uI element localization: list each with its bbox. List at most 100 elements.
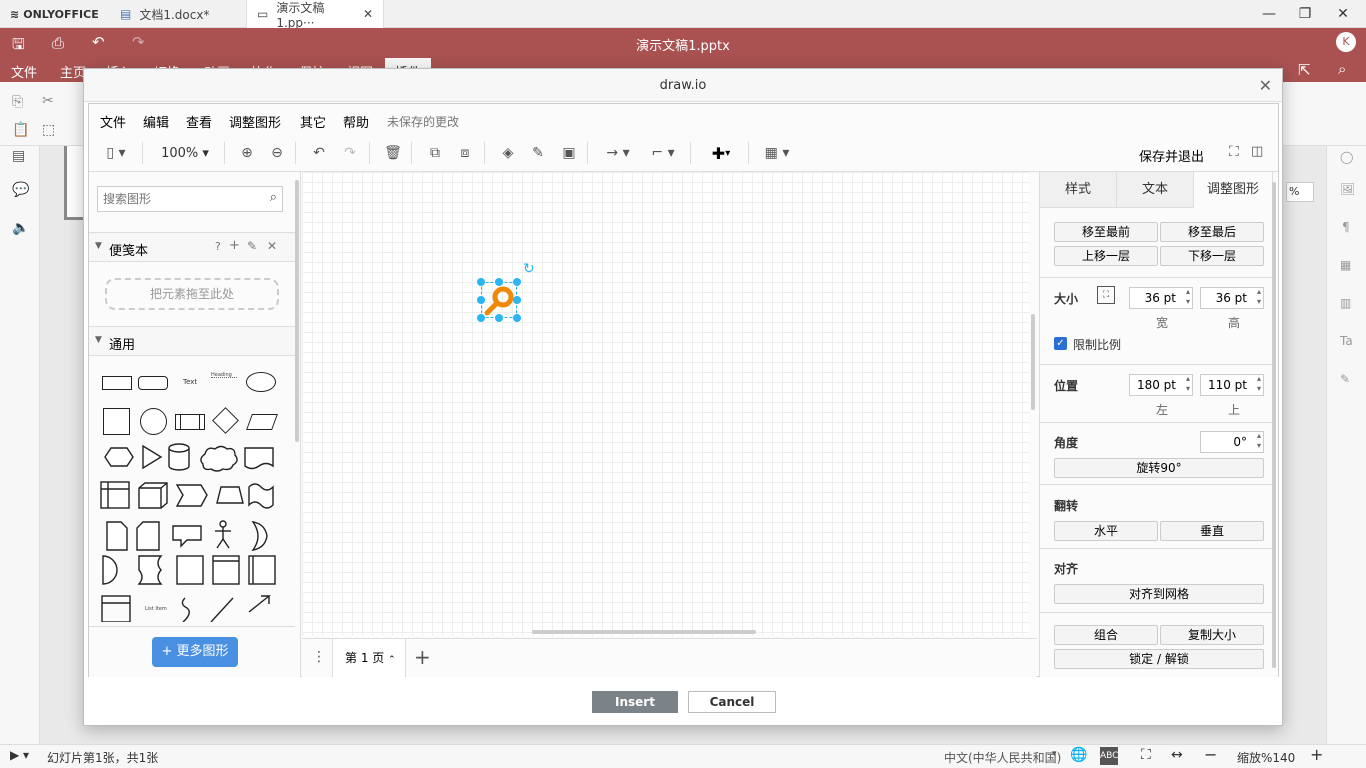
- tab-style[interactable]: 样式: [1040, 172, 1117, 208]
- unsaved-changes[interactable]: 未保存的更改: [387, 113, 459, 130]
- rotate-button[interactable]: 旋转90°: [1054, 458, 1264, 478]
- fill-color-icon[interactable]: ◈: [497, 143, 519, 163]
- shape-parallelogram[interactable]: [246, 414, 278, 430]
- scratchpad-header[interactable]: ▼ 便笺本 ? + ✎ ✕: [89, 232, 295, 262]
- paragraph-icon[interactable]: ¶: [1342, 220, 1350, 234]
- copy-icon[interactable]: ⎘: [12, 94, 23, 110]
- align-to-grid-button[interactable]: 对齐到网格: [1054, 584, 1264, 604]
- page-menu-icon[interactable]: ⋮: [312, 649, 326, 665]
- autosize-icon[interactable]: ⛶: [1097, 286, 1115, 304]
- open-location-icon[interactable]: ⇱: [1298, 61, 1311, 79]
- canvas-h-scrollbar[interactable]: [532, 630, 756, 634]
- redo-icon[interactable]: ↷: [339, 143, 361, 163]
- close-icon[interactable]: ✕: [267, 239, 277, 253]
- drawio-menu-help[interactable]: 帮助: [343, 112, 369, 131]
- drawio-menu-arrange[interactable]: 调整图形: [229, 112, 281, 131]
- rotate-handle-icon[interactable]: ↻: [523, 261, 535, 277]
- drawio-menu-file[interactable]: 文件: [100, 112, 126, 131]
- tab-document[interactable]: ▤ 文档1.docx*: [110, 0, 246, 28]
- ribbon-percent-field[interactable]: %: [1286, 182, 1314, 202]
- menu-file[interactable]: 文件: [11, 62, 37, 81]
- toggle-format-icon[interactable]: ◫: [1251, 144, 1263, 159]
- user-avatar[interactable]: K: [1336, 32, 1356, 52]
- to-front-icon[interactable]: ⧉: [424, 143, 446, 163]
- chart-settings-icon[interactable]: ▥: [1340, 296, 1351, 310]
- cancel-button[interactable]: Cancel: [688, 691, 776, 713]
- width-input[interactable]: 36 pt: [1129, 287, 1193, 309]
- insert-button[interactable]: Insert: [592, 691, 678, 713]
- more-shapes-button[interactable]: + 更多图形: [152, 637, 238, 667]
- tab-text[interactable]: 文本: [1117, 172, 1194, 208]
- general-header[interactable]: ▼ 通用: [89, 326, 295, 356]
- shape-ellipse[interactable]: [246, 372, 276, 392]
- add-icon[interactable]: +: [229, 238, 240, 253]
- shape-rectangle[interactable]: [102, 376, 132, 390]
- table-icon[interactable]: ▦ ▾: [759, 143, 795, 163]
- slides-icon[interactable]: ▤: [12, 148, 25, 164]
- shape-rounded-rectangle[interactable]: [138, 376, 168, 390]
- add-page-icon[interactable]: +: [414, 645, 431, 669]
- search-icon[interactable]: ⌕: [1338, 60, 1346, 78]
- shadow-icon[interactable]: ▣: [558, 143, 580, 163]
- scratchpad-dropzone[interactable]: 把元素拖至此处: [105, 278, 279, 310]
- select-all-icon[interactable]: ⬚: [42, 122, 55, 138]
- copy-size-button[interactable]: 复制大小: [1160, 625, 1264, 645]
- sidebar-scrollbar[interactable]: [295, 180, 299, 442]
- zoom-out-icon[interactable]: ⊖: [266, 143, 288, 163]
- shape-settings-icon[interactable]: ◯: [1340, 150, 1353, 164]
- height-input[interactable]: 36 pt: [1200, 287, 1264, 309]
- tab-arrange[interactable]: 调整图形: [1194, 172, 1273, 208]
- language-dropdown-icon[interactable]: ▾: [1052, 749, 1057, 759]
- format-panel-toggle-icon[interactable]: ▯ ▾: [99, 143, 133, 163]
- close-window-button[interactable]: ✕: [1320, 0, 1366, 28]
- paste-icon[interactable]: 📋: [12, 122, 29, 138]
- resize-handle[interactable]: [513, 314, 521, 322]
- shape-circle[interactable]: [140, 408, 167, 435]
- constrain-checkbox[interactable]: ✓: [1054, 337, 1067, 350]
- resize-handle[interactable]: [477, 278, 485, 286]
- shape-text[interactable]: Text: [183, 378, 197, 386]
- zoom-in-icon[interactable]: ⊕: [236, 143, 258, 163]
- resize-handle[interactable]: [513, 278, 521, 286]
- fit-width-icon[interactable]: ↔: [1171, 747, 1183, 763]
- comments-icon[interactable]: 💬: [12, 182, 29, 198]
- resize-handle[interactable]: [513, 296, 521, 304]
- search-shapes-input[interactable]: [103, 188, 253, 210]
- resize-handle[interactable]: [477, 296, 485, 304]
- diagram-canvas[interactable]: ↻: [302, 172, 1029, 636]
- table-settings-icon[interactable]: ▦: [1340, 258, 1351, 272]
- zoom-in-button[interactable]: +: [1310, 745, 1323, 764]
- waypoints-icon[interactable]: ⌐ ▾: [645, 143, 681, 163]
- speaker-icon[interactable]: 🔈: [12, 220, 29, 236]
- undo-icon[interactable]: ↶: [308, 143, 330, 163]
- lock-unlock-button[interactable]: 锁定 / 解锁: [1054, 649, 1264, 669]
- resize-handle[interactable]: [477, 314, 485, 322]
- canvas-v-scrollbar[interactable]: [1031, 314, 1035, 410]
- shape-textbox[interactable]: Heading: [211, 373, 237, 378]
- slideshow-play-icon[interactable]: ▶ ▾: [10, 748, 29, 762]
- flip-vertical-button[interactable]: 垂直: [1160, 521, 1264, 541]
- zoom-out-button[interactable]: −: [1204, 745, 1217, 764]
- cut-icon[interactable]: ✂: [42, 93, 54, 109]
- group-button[interactable]: 组合: [1054, 625, 1158, 645]
- angle-input[interactable]: 0°: [1200, 431, 1264, 453]
- search-icon[interactable]: ⌕: [270, 190, 277, 205]
- language-selector[interactable]: 中文(中华人民共和国): [944, 749, 1061, 766]
- tab-presentation[interactable]: ▭ 演示文稿1.pp··· ✕: [246, 0, 384, 30]
- fullscreen-icon[interactable]: ⛶: [1229, 144, 1239, 160]
- to-back-button[interactable]: 移至最后: [1160, 222, 1264, 242]
- top-input[interactable]: 110 pt: [1200, 374, 1264, 396]
- search-shapes-field[interactable]: ⌕: [97, 186, 283, 212]
- zoom-dropdown[interactable]: 100% ▾: [155, 143, 215, 163]
- to-back-icon[interactable]: ⧈: [454, 143, 476, 163]
- shape-square[interactable]: [103, 408, 130, 435]
- help-icon[interactable]: ?: [215, 240, 221, 253]
- shape-diamond[interactable]: [212, 407, 239, 434]
- close-tab-icon[interactable]: ✕: [363, 7, 373, 21]
- drawio-menu-extras[interactable]: 其它: [300, 112, 326, 131]
- resize-handle[interactable]: [495, 278, 503, 286]
- selected-shape[interactable]: [481, 282, 517, 318]
- shape-process[interactable]: [175, 414, 205, 430]
- send-backward-button[interactable]: 下移一层: [1160, 246, 1264, 266]
- dialog-close-icon[interactable]: ✕: [1259, 69, 1272, 102]
